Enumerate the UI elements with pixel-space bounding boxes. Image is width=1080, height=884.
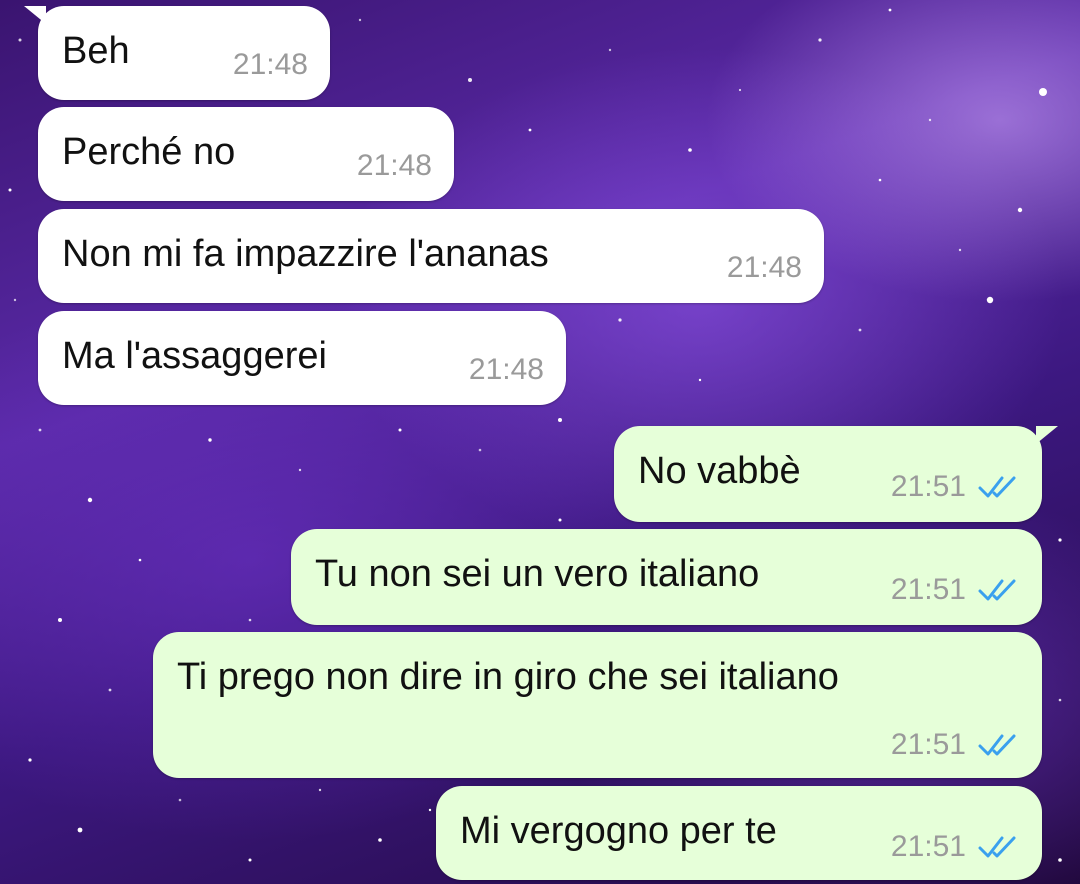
double-check-icon <box>978 579 1016 601</box>
message-text: Ti prego non dire in giro che sei italia… <box>177 656 839 698</box>
message-bubble-incoming[interactable]: Perché no 21:48 <box>38 107 454 201</box>
message-bubble-incoming[interactable]: Ma l'assaggerei 21:48 <box>38 311 566 405</box>
message-text: Tu non sei un vero italiano <box>315 553 760 595</box>
message-timestamp: 21:48 <box>356 149 432 182</box>
message-bubble-outgoing[interactable]: Mi vergogno per te 21:51 <box>436 786 1042 880</box>
message-text: Perché no <box>62 131 236 173</box>
message-text: Mi vergogno per te <box>460 810 777 852</box>
message-timestamp: 21:51 <box>890 830 966 863</box>
message-bubble-outgoing[interactable]: No vabbè 21:51 <box>614 426 1058 522</box>
message-bubble-outgoing[interactable]: Ti prego non dire in giro che sei italia… <box>153 632 1042 778</box>
message-text: No vabbè <box>638 450 801 492</box>
message-timestamp: 21:48 <box>468 353 544 386</box>
message-timestamp: 21:48 <box>726 251 802 284</box>
message-timestamp: 21:51 <box>890 728 966 761</box>
message-text: Ma l'assaggerei <box>62 335 327 377</box>
bubble-tail <box>1036 426 1058 444</box>
message-bubble-outgoing[interactable]: Tu non sei un vero italiano 21:51 <box>291 529 1042 625</box>
bubble-tail <box>24 6 46 24</box>
message-timestamp: 21:48 <box>232 48 308 81</box>
message-bubble-incoming[interactable]: Non mi fa impazzire l'ananas 21:48 <box>38 209 824 303</box>
message-timestamp: 21:51 <box>890 573 966 606</box>
message-text: Non mi fa impazzire l'ananas <box>62 233 549 275</box>
message-bubble-incoming[interactable]: Beh 21:48 <box>24 6 330 100</box>
message-text: Beh <box>62 30 130 72</box>
double-check-icon <box>978 734 1016 756</box>
double-check-icon <box>978 836 1016 858</box>
message-timestamp: 21:51 <box>890 470 966 503</box>
double-check-icon <box>978 476 1016 498</box>
